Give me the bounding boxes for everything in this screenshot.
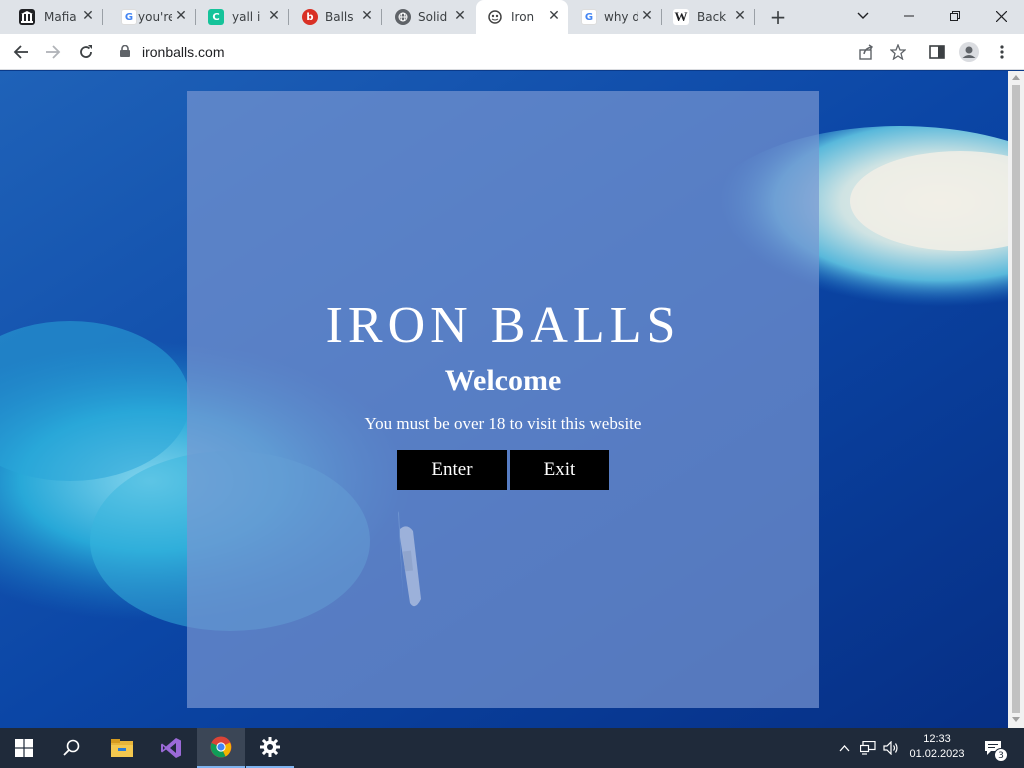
arrow-left-icon xyxy=(13,45,28,59)
tab-solid[interactable]: Solid ✕ xyxy=(381,0,474,34)
tab-title: Mafia xyxy=(44,10,77,24)
google-icon: G xyxy=(581,9,597,25)
avatar-icon xyxy=(959,42,979,62)
bookmark-button[interactable] xyxy=(887,41,909,63)
back-button[interactable] xyxy=(10,41,32,63)
chrome-taskbar-button[interactable] xyxy=(197,728,245,768)
tab-title: Back xyxy=(697,10,727,24)
tab-strip: Mafia ✕ G you're ✕ C yall i ✕ b Balls ✕ … xyxy=(0,0,1024,34)
page-viewport: IRON BALLS Welcome You must be over 18 t… xyxy=(0,71,1008,728)
tab-ironballs[interactable]: Iron ✕ xyxy=(476,0,568,34)
close-window-button[interactable] xyxy=(978,0,1024,32)
search-button[interactable] xyxy=(48,728,96,768)
windows-taskbar: 12:33 01.02.2023 3 xyxy=(0,728,1024,768)
reload-icon xyxy=(80,45,92,58)
show-hidden-icons-button[interactable] xyxy=(834,728,854,768)
tab-title: yall i xyxy=(232,10,261,24)
age-verification-modal: IRON BALLS Welcome You must be over 18 t… xyxy=(187,91,819,708)
share-button[interactable] xyxy=(855,41,877,63)
scroll-down-arrow[interactable] xyxy=(1012,717,1020,722)
url-text: ironballs.com xyxy=(142,44,225,60)
close-tab-icon[interactable]: ✕ xyxy=(546,8,562,24)
search-icon xyxy=(63,739,80,756)
tab-title: you're xyxy=(138,10,172,24)
clock-date: 01.02.2023 xyxy=(909,748,965,760)
lock-icon xyxy=(120,45,130,57)
google-icon: G xyxy=(121,9,137,25)
new-tab-button[interactable]: + xyxy=(767,6,789,28)
profile-button[interactable] xyxy=(958,41,980,63)
vertical-scrollbar[interactable] xyxy=(1008,71,1024,728)
clock[interactable]: 12:33 01.02.2023 xyxy=(904,732,970,762)
windows-logo-icon xyxy=(15,739,33,757)
ironballs-icon xyxy=(487,9,503,25)
file-explorer-button[interactable] xyxy=(98,728,146,768)
kebab-menu-icon xyxy=(1000,45,1004,59)
close-tab-icon[interactable]: ✕ xyxy=(80,8,96,24)
chevron-up-icon xyxy=(839,744,849,751)
reload-button[interactable] xyxy=(75,41,97,63)
menu-button[interactable] xyxy=(991,41,1013,63)
tab-grammarly[interactable]: C yall i ✕ xyxy=(195,0,289,34)
tab-title: why d xyxy=(604,10,638,24)
chrome-icon xyxy=(210,736,232,758)
close-tab-icon[interactable]: ✕ xyxy=(732,8,748,24)
folder-icon xyxy=(111,739,133,757)
notification-count-badge: 3 xyxy=(994,748,1008,762)
gear-icon xyxy=(260,737,280,757)
side-panel-icon xyxy=(929,45,945,59)
arrow-right-icon xyxy=(46,45,61,59)
settings-taskbar-button[interactable] xyxy=(246,728,294,768)
site-logo-text: IRON BALLS xyxy=(325,297,681,354)
tab-title: Iron xyxy=(511,10,535,24)
speaker-icon xyxy=(883,741,898,755)
wikipedia-icon: W xyxy=(673,9,689,25)
browser-toolbar: ironballs.com xyxy=(0,34,1024,70)
close-tab-icon[interactable]: ✕ xyxy=(359,8,375,24)
close-tab-icon[interactable]: ✕ xyxy=(266,8,282,24)
restore-icon xyxy=(950,11,960,21)
minimize-icon xyxy=(904,15,914,17)
welcome-heading: Welcome xyxy=(444,364,562,397)
side-panel-button[interactable] xyxy=(926,41,948,63)
exit-button[interactable]: Exit xyxy=(510,450,609,490)
close-tab-icon[interactable]: ✕ xyxy=(173,8,189,24)
globe-icon xyxy=(395,9,411,25)
start-button[interactable] xyxy=(0,728,48,768)
network-icon xyxy=(860,741,876,755)
tab-google-2[interactable]: G why d ✕ xyxy=(568,0,662,34)
minimize-button[interactable] xyxy=(886,0,932,32)
network-button[interactable] xyxy=(857,728,879,768)
tab-title: Solid xyxy=(418,10,448,24)
enter-button[interactable]: Enter xyxy=(397,450,507,490)
scrollbar-thumb[interactable] xyxy=(1012,85,1020,713)
star-icon xyxy=(890,44,906,60)
close-tab-icon[interactable]: ✕ xyxy=(639,8,655,24)
tab-search-button[interactable] xyxy=(840,0,886,32)
grammarly-icon: C xyxy=(208,9,224,25)
visual-studio-icon xyxy=(161,738,181,758)
tab-balls[interactable]: b Balls ✕ xyxy=(288,0,382,34)
volume-button[interactable] xyxy=(880,728,902,768)
b-icon: b xyxy=(302,9,318,25)
clock-time: 12:33 xyxy=(923,733,951,745)
tab-title: Balls xyxy=(325,10,354,24)
scroll-up-arrow[interactable] xyxy=(1012,75,1020,80)
close-icon xyxy=(995,10,1007,22)
address-bar[interactable]: ironballs.com xyxy=(110,37,920,67)
tab-wikipedia[interactable]: W Back ✕ xyxy=(661,0,755,34)
action-center-button[interactable]: 3 xyxy=(978,728,1008,768)
tab-google-1[interactable]: G you're ✕ xyxy=(102,0,196,34)
museum-icon xyxy=(19,9,35,25)
tab-mafia[interactable]: Mafia ✕ xyxy=(0,0,103,34)
close-tab-icon[interactable]: ✕ xyxy=(452,8,468,24)
forward-button[interactable] xyxy=(42,41,64,63)
visual-studio-button[interactable] xyxy=(147,728,195,768)
share-icon xyxy=(859,44,873,60)
chevron-down-icon xyxy=(857,12,869,19)
age-notice: You must be over 18 to visit this websit… xyxy=(364,414,642,433)
restore-button[interactable] xyxy=(932,0,978,32)
